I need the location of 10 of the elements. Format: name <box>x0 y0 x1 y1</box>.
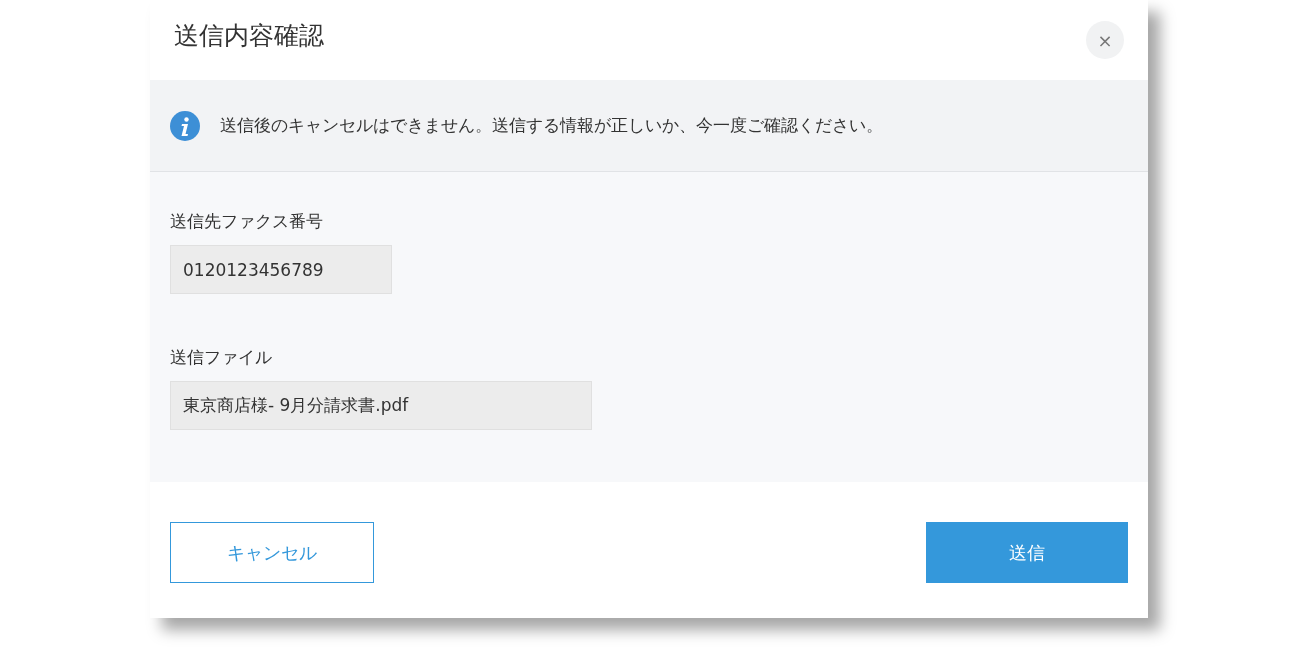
readonly-field: 東京商店様- 9月分請求書.pdf <box>170 381 592 430</box>
field-label: 送信先ファクス番号 <box>170 210 324 233</box>
cancel-button[interactable]: キャンセル <box>170 522 374 583</box>
send-button[interactable]: 送信 <box>926 522 1128 583</box>
notice-text: 送信後のキャンセルはできません。送信する情報が正しいか、今一度ご確認ください。 <box>220 114 883 137</box>
info-icon <box>170 110 200 141</box>
close-button[interactable]: × <box>1086 21 1124 59</box>
dialog-title: 送信内容確認 <box>174 19 324 52</box>
readonly-field: 0120123456789 <box>170 245 392 294</box>
field-label: 送信ファイル <box>170 346 273 369</box>
